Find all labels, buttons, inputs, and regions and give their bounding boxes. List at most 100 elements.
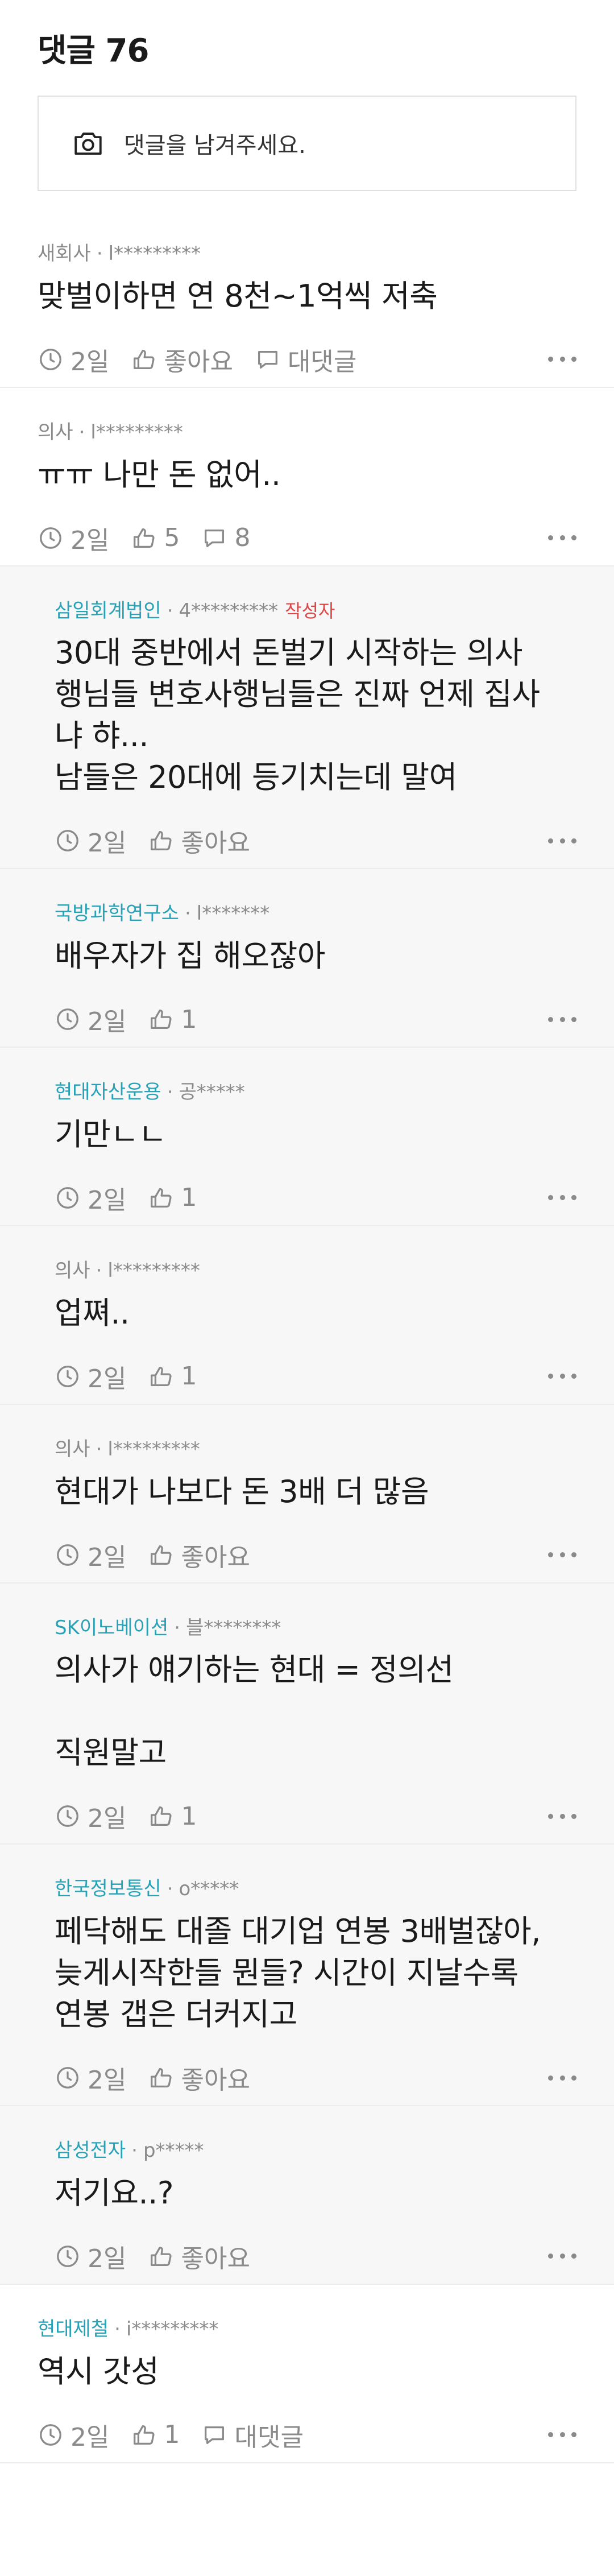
like-button[interactable]: 좋아요 <box>148 2060 250 2096</box>
clock-icon <box>57 1544 78 1566</box>
thumbs-up-icon <box>151 1366 172 1386</box>
comment-actions: 2일 좋아요 대댓글 <box>38 332 576 387</box>
more-options-icon[interactable] <box>548 354 576 365</box>
reply-comment: SK이노베이션 · 블******** 의사가 얘기하는 현대 = 정의선 직원말고 2일… <box>0 1583 614 1845</box>
clock-icon <box>57 2246 78 2267</box>
timestamp: 2일 <box>55 1798 126 1834</box>
like-button[interactable]: 1 <box>148 1183 197 1212</box>
comment-actions: 2일 좋아요 <box>55 1528 576 1582</box>
reply-label: 대댓글 <box>287 347 357 377</box>
more-options-icon[interactable] <box>548 1810 576 1822</box>
thumbs-up-icon <box>151 1010 172 1029</box>
like-button[interactable]: 1 <box>131 2420 180 2449</box>
like-count: 1 <box>181 1801 197 1831</box>
reply-button[interactable]: 대댓글 <box>255 341 356 378</box>
comment-input-placeholder: 댓글을 남겨주세요. <box>124 133 306 159</box>
comment: 의사 · l********* ㅠㅠ 나만 돈 없어.. 2일 5 8 <box>0 388 614 567</box>
comment-meta: 현대자산운용 · 공***** <box>55 1081 576 1104</box>
user-id: l******* <box>196 902 270 925</box>
comment-meta: 국방과학연구소 · l******* <box>55 902 576 925</box>
user-id: l********* <box>108 242 201 265</box>
like-button[interactable]: 1 <box>148 1802 197 1831</box>
timestamp-label: 2일 <box>70 347 110 377</box>
comment-text-line <box>55 1691 576 1733</box>
timestamp-label: 2일 <box>88 2244 127 2273</box>
more-options-icon[interactable] <box>548 1549 576 1561</box>
timestamp: 2일 <box>55 822 126 859</box>
comment-text-line: 업쪄.. <box>55 1295 130 1331</box>
more-options-icon[interactable] <box>548 2251 576 2262</box>
author-badge: 작성자 <box>285 599 335 622</box>
meta-separator: · <box>167 1878 173 1901</box>
meta-separator: · <box>114 2317 121 2341</box>
like-button[interactable]: 좋아요 <box>148 1537 250 1573</box>
comment-actions: 2일 좋아요 <box>55 2229 576 2284</box>
company-name[interactable]: 국방과학연구소 <box>55 902 179 925</box>
timestamp: 2일 <box>55 1180 126 1216</box>
reply-comment: 국방과학연구소 · l******* 배우자가 집 해오잖아 2일 1 <box>0 869 614 1048</box>
user-id: l********* <box>90 420 183 444</box>
like-button[interactable]: 좋아요 <box>131 341 233 378</box>
more-options-icon[interactable] <box>548 2072 576 2083</box>
company-name[interactable]: 한국정보통신 <box>55 1878 161 1901</box>
meta-separator: · <box>96 242 103 265</box>
comment-input[interactable]: 댓글을 남겨주세요. <box>38 96 576 191</box>
more-options-icon[interactable] <box>548 1014 576 1025</box>
comment-text: 업쪄.. <box>55 1293 576 1334</box>
comments-count-title: 댓글 76 <box>38 32 149 69</box>
like-button[interactable]: 좋아요 <box>148 2238 250 2275</box>
timestamp: 2일 <box>55 1358 126 1395</box>
comment-text-line: 배우자가 집 해오잖아 <box>55 938 325 974</box>
company-name[interactable]: 현대제철 <box>38 2318 109 2341</box>
company-name[interactable]: 새회사 <box>38 242 91 266</box>
like-count: 좋아요 <box>181 829 250 858</box>
reply-button[interactable]: 8 <box>201 523 250 552</box>
like-count: 1 <box>181 1183 197 1213</box>
clock-icon <box>57 1805 78 1827</box>
clock-icon <box>57 830 78 852</box>
comment-text-line: 의사가 얘기하는 현대 = 정의선 <box>55 1652 454 1688</box>
comment-text: 역시 갓성 <box>38 2351 576 2393</box>
camera-icon[interactable] <box>72 127 105 160</box>
reply-comment: 삼일회계법인 · 4********* 작성자 30대 중반에서 돈벌기 시작하는 의사… <box>0 566 614 870</box>
comment-actions: 2일 1 대댓글 <box>38 2408 576 2462</box>
comments-page: 댓글 76 댓글을 남겨주세요. 새회사 · l********* 맞벌이하면 연 8… <box>0 0 614 2576</box>
comment-meta: 새회사 · l********* <box>38 242 576 266</box>
like-button[interactable]: 좋아요 <box>148 822 250 859</box>
company-name[interactable]: 삼일회계법인 <box>55 599 161 623</box>
like-button[interactable]: 1 <box>148 1005 197 1034</box>
more-options-icon[interactable] <box>548 1371 576 1382</box>
like-count: 1 <box>164 2420 180 2450</box>
thumbs-up-icon <box>134 528 155 548</box>
like-button[interactable]: 5 <box>131 523 180 552</box>
comment-text: 배우자가 집 해오잖아 <box>55 936 576 977</box>
company-name[interactable]: 의사 <box>55 1259 90 1283</box>
company-name[interactable]: 의사 <box>38 421 73 444</box>
comment-text-line: 맞벌이하면 연 8천~1억씩 저축 <box>38 278 438 314</box>
comment-text-line: 행님들 변호사행님들은 진짜 언제 집사 <box>55 676 540 713</box>
company-name[interactable]: 삼성전자 <box>55 2139 126 2162</box>
comment-text: 맞벌이하면 연 8천~1억씩 저축 <box>38 276 576 317</box>
company-name[interactable]: SK이노베이션 <box>55 1616 168 1640</box>
company-name[interactable]: 의사 <box>55 1438 90 1461</box>
user-id: 4********* <box>179 599 279 622</box>
timestamp-label: 2일 <box>70 2422 110 2452</box>
more-options-icon[interactable] <box>548 1192 576 1204</box>
more-options-icon[interactable] <box>548 2429 576 2441</box>
comment-text-line: 현대가 나보다 돈 3배 더 많음 <box>55 1473 429 1510</box>
comment-text-line: 직원말고 <box>55 1735 167 1771</box>
user-id: p***** <box>143 2139 204 2162</box>
reply-button[interactable]: 대댓글 <box>201 2417 304 2453</box>
more-options-icon[interactable] <box>548 532 576 544</box>
timestamp: 2일 <box>38 341 109 378</box>
comment-text: 페닥해도 대졸 대기업 연봉 3배벌잖아, 늦게시작한들 뭔들? 시간이 지날수록… <box>55 1911 576 2036</box>
company-name[interactable]: 현대자산운용 <box>55 1081 161 1104</box>
reply-comment: 현대자산운용 · 공***** 기만ㄴㄴ 2일 1 <box>0 1048 614 1226</box>
clock-icon <box>57 1187 78 1209</box>
like-count: 좋아요 <box>181 1543 250 1572</box>
reply-comment: 한국정보통신 · o***** 페닥해도 대졸 대기업 연봉 3배벌잖아, 늦게시작한들… <box>0 1845 614 2107</box>
more-options-icon[interactable] <box>548 835 576 846</box>
like-button[interactable]: 1 <box>148 1362 197 1391</box>
speech-bubble-icon <box>205 529 225 547</box>
comment-meta: 의사 · l********* <box>38 421 576 444</box>
